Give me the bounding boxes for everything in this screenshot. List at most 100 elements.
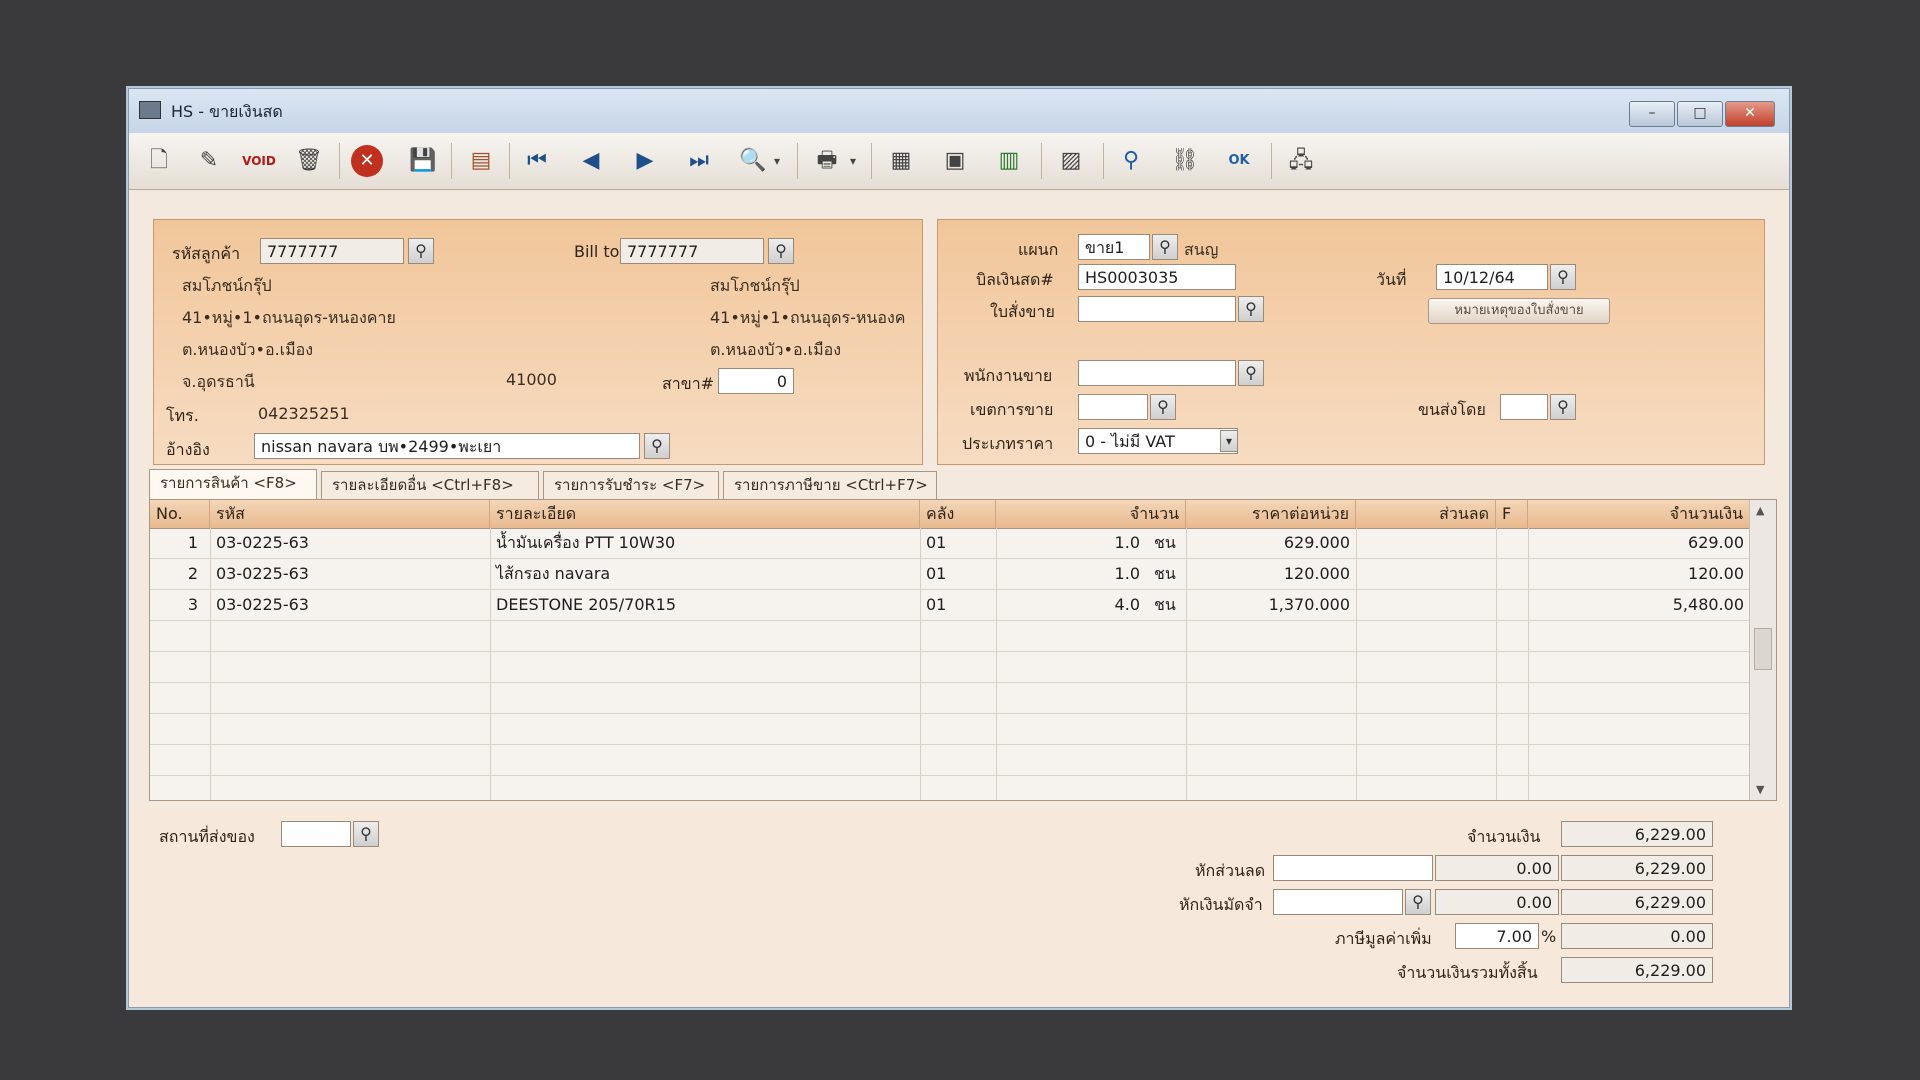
chevron-down-icon[interactable]: ▾ <box>769 143 785 179</box>
col-amount[interactable]: จำนวนเงิน <box>1528 500 1750 528</box>
title-bar[interactable]: HS - ขายเงินสด – □ ✕ <box>129 89 1789 134</box>
approve-icon[interactable]: ⚲ <box>1113 143 1149 179</box>
row-unit-price: 629.000 <box>1283 533 1350 552</box>
col-no[interactable]: No. <box>150 500 210 528</box>
void-icon[interactable]: VOID <box>241 143 277 179</box>
register-icon[interactable]: ▣ <box>937 143 973 179</box>
sales-zone-label: เขตการขาย <box>970 400 1054 419</box>
col-warehouse[interactable]: คลัง <box>920 500 996 528</box>
date-picker-icon[interactable]: ⚲ <box>1550 264 1576 290</box>
scroll-up-icon[interactable]: ▲ <box>1756 504 1764 517</box>
price-type-select[interactable]: 0 - ไม่มี VAT <box>1078 428 1238 454</box>
deposit-input[interactable] <box>1273 889 1403 915</box>
tab-items[interactable]: รายการสินค้า <F8> <box>149 469 317 499</box>
edit-icon[interactable]: ✎ <box>191 143 227 179</box>
col-unit-price[interactable]: ราคาต่อหน่วย <box>1186 500 1356 528</box>
salesman-label: พนักงานขาย <box>964 366 1053 385</box>
after-discount-value: 6,229.00 <box>1561 855 1713 881</box>
display-icon[interactable]: ▥ <box>991 143 1027 179</box>
billto-address1: 41•หมู่•1•ถนนอุดร-หนองค <box>710 308 906 327</box>
delete-trash-icon[interactable]: 🗑 <box>291 143 327 179</box>
row-no: 3 <box>187 595 198 614</box>
next-record-icon[interactable]: ▶ <box>627 143 663 179</box>
tab-other-details[interactable]: รายละเอียดอื่น <Ctrl+F8> <box>321 471 539 499</box>
new-document-icon[interactable]: 🗋 <box>141 143 177 179</box>
ship-by-input[interactable] <box>1500 394 1548 420</box>
sales-order-input[interactable] <box>1078 296 1236 322</box>
table-row[interactable] <box>150 745 1750 776</box>
delivery-place-search-icon[interactable]: ⚲ <box>353 821 379 847</box>
ship-by-search-icon[interactable]: ⚲ <box>1550 394 1576 420</box>
dept-input[interactable]: ขาย1 <box>1078 234 1150 260</box>
chevron-down-icon[interactable]: ▾ <box>845 143 861 179</box>
sales-zone-search-icon[interactable]: ⚲ <box>1150 394 1176 420</box>
grid-vertical-scrollbar[interactable]: ▲ ▼ <box>1749 500 1776 800</box>
row-warehouse: 01 <box>926 564 947 583</box>
row-description: DEESTONE 205/70R15 <box>496 595 676 614</box>
row-flag <box>1496 590 1528 620</box>
previous-record-icon[interactable]: ◀ <box>573 143 609 179</box>
scroll-down-icon[interactable]: ▼ <box>1756 783 1764 796</box>
table-row[interactable] <box>150 683 1750 714</box>
salesman-search-icon[interactable]: ⚲ <box>1238 360 1264 386</box>
dept-search-icon[interactable]: ⚲ <box>1152 234 1178 260</box>
network-icon[interactable]: 🖧 <box>1283 143 1319 179</box>
amount-value: 6,229.00 <box>1561 821 1713 847</box>
calculator-icon[interactable]: ▦ <box>883 143 919 179</box>
sales-order-label: ใบสั่งขาย <box>990 302 1055 321</box>
customer-search-icon[interactable]: ⚲ <box>408 238 434 264</box>
calendar-icon[interactable]: ▨ <box>1053 143 1089 179</box>
col-quantity[interactable]: จำนวน <box>996 500 1186 528</box>
sales-order-search-icon[interactable]: ⚲ <box>1238 296 1264 322</box>
tab-payments[interactable]: รายการรับชำระ <F7> <box>543 471 719 499</box>
date-label: วันที่ <box>1376 270 1407 289</box>
date-input[interactable]: 10/12/64 <box>1436 264 1548 290</box>
col-discount[interactable]: ส่วนลด <box>1356 500 1496 528</box>
billto-input[interactable]: 7777777 <box>620 238 764 264</box>
price-type-label: ประเภทราคา <box>962 434 1054 453</box>
tab-sales-tax[interactable]: รายการภาษีขาย <Ctrl+F7> <box>723 471 937 499</box>
table-row[interactable]: 1 03-0225-63 น้ำมันเครื่อง PTT 10W30 01 … <box>150 528 1750 559</box>
salesman-input[interactable] <box>1078 360 1236 386</box>
billto-search-icon[interactable]: ⚲ <box>768 238 794 264</box>
col-flag[interactable]: F <box>1496 500 1528 528</box>
printer-icon[interactable]: 🖶 <box>809 143 845 179</box>
ok-icon[interactable]: OK <box>1221 143 1257 179</box>
discount-input[interactable] <box>1273 855 1433 881</box>
table-row[interactable] <box>150 652 1750 683</box>
first-record-icon[interactable]: ⏮ <box>519 143 555 179</box>
table-row[interactable] <box>150 621 1750 652</box>
vat-rate-input[interactable]: 7.00 <box>1455 923 1539 949</box>
col-description[interactable]: รายละเอียด <box>490 500 920 528</box>
branch-input[interactable]: 0 <box>718 368 794 394</box>
close-button[interactable]: ✕ <box>1725 101 1775 127</box>
col-code[interactable]: รหัส <box>210 500 490 528</box>
minimize-button[interactable]: – <box>1629 101 1675 127</box>
row-quantity: 1.0 <box>1114 564 1140 583</box>
link-icon[interactable]: ⛓ <box>1167 143 1203 179</box>
search-icon[interactable]: 🔍 <box>735 143 771 179</box>
reference-label: อ้างอิง <box>166 440 210 459</box>
print-batch-icon[interactable]: ▤ <box>463 143 499 179</box>
cancel-icon[interactable]: ✕ <box>351 145 383 177</box>
customer-code-input[interactable]: 7777777 <box>260 238 404 264</box>
last-record-icon[interactable]: ⏭ <box>681 143 717 179</box>
row-code: 03-0225-63 <box>216 595 309 614</box>
table-row[interactable]: 3 03-0225-63 DEESTONE 205/70R15 01 4.0 ช… <box>150 590 1750 621</box>
row-amount: 5,480.00 <box>1672 595 1744 614</box>
reference-input[interactable]: nissan navara บพ•2499•พะเยา <box>254 433 640 459</box>
sales-order-note-button[interactable]: หมายเหตุของใบสั่งขาย <box>1428 298 1610 324</box>
table-row[interactable]: 2 03-0225-63 ไส้กรอง navara 01 1.0 ชน 12… <box>150 559 1750 590</box>
row-unit-price: 1,370.000 <box>1268 595 1350 614</box>
save-icon[interactable]: 💾 <box>405 143 441 179</box>
deposit-search-icon[interactable]: ⚲ <box>1405 889 1431 915</box>
bill-number-input[interactable]: HS0003035 <box>1078 264 1236 290</box>
delivery-place-input[interactable] <box>281 821 351 847</box>
table-row[interactable] <box>150 714 1750 745</box>
sales-zone-input[interactable] <box>1078 394 1148 420</box>
customer-code-label: รหัสลูกค้า <box>172 244 241 263</box>
reference-search-icon[interactable]: ⚲ <box>644 433 670 459</box>
chevron-down-icon[interactable]: ▾ <box>1220 430 1238 452</box>
maximize-button[interactable]: □ <box>1677 101 1723 127</box>
scrollbar-thumb[interactable] <box>1754 628 1772 670</box>
